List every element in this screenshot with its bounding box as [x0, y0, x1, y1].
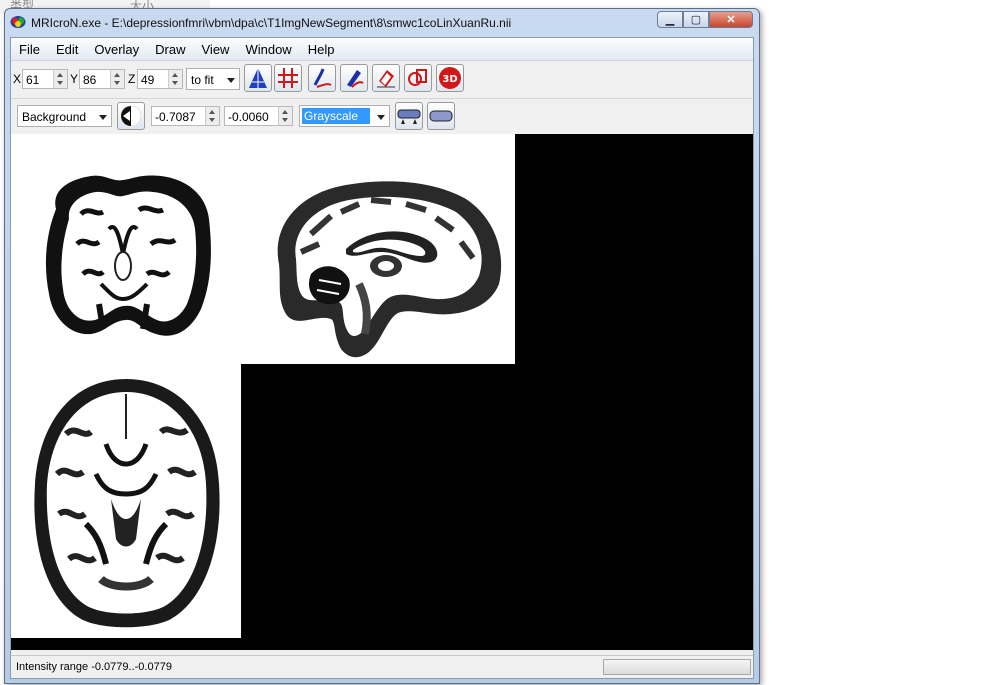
crosshair-button[interactable] [274, 64, 302, 92]
window-title: MRIcroN.exe - E:\depressionfmri\vbm\dpa\… [31, 16, 512, 30]
coronal-slice-pane[interactable] [11, 134, 241, 364]
max-intensity-spinner-arrows[interactable] [278, 107, 292, 125]
menu-view[interactable]: View [194, 38, 238, 60]
x-value: 61 [26, 73, 40, 87]
colorbar-icon [397, 109, 421, 124]
maximize-button[interactable]: ▢ [683, 11, 709, 28]
shape-icon [408, 69, 427, 86]
xyz-view-button[interactable] [244, 64, 272, 92]
sagittal-brain-image [277, 181, 502, 358]
eraser-button[interactable] [372, 64, 400, 92]
chevron-down-icon [377, 115, 385, 120]
y-label: Y [70, 72, 79, 86]
zoom-value: to fit [191, 73, 214, 87]
y-value: 86 [83, 73, 97, 87]
max-intensity-input[interactable]: -0.0060 [224, 106, 293, 126]
pen-fill-icon [347, 70, 364, 88]
min-intensity-spinner-arrows[interactable] [205, 107, 219, 125]
pen-fill-button[interactable] [340, 64, 368, 92]
app-logo-icon [10, 16, 26, 28]
shape-button[interactable] [404, 64, 432, 92]
half-circle-arrow-icon [121, 106, 141, 126]
eraser-icon [377, 70, 395, 88]
min-intensity-input[interactable]: -0.7087 [151, 106, 220, 126]
colormap-value: Grayscale [304, 109, 359, 123]
x-coordinate-input[interactable]: 61 [22, 69, 68, 89]
axial-slice-pane[interactable] [11, 364, 241, 638]
axial-brain-image [34, 379, 220, 628]
status-progress-bar [603, 659, 751, 675]
sagittal-slice-pane[interactable] [241, 134, 515, 364]
maximize-icon: ▢ [690, 14, 702, 26]
menu-edit[interactable]: Edit [48, 38, 86, 60]
layer-value: Background [22, 110, 87, 124]
menu-window[interactable]: Window [237, 38, 299, 60]
layer-toggle-button[interactable] [117, 102, 145, 130]
status-bar: Intensity range -0.0779..-0.0779 [11, 655, 753, 678]
render-3d-label: 3D [442, 74, 457, 85]
coordinate-toolbar: X 61 Y 86 Z 49 to fit 3D [11, 61, 753, 95]
client-area: File Edit Overlay Draw View Window Help … [10, 37, 754, 679]
zoom-select[interactable]: to fit [186, 68, 240, 90]
render-3d-button[interactable]: 3D [436, 64, 464, 92]
status-text: Intensity range -0.0779..-0.0779 [16, 661, 172, 673]
image-viewer[interactable] [11, 134, 753, 650]
chevron-down-icon [227, 78, 235, 83]
layer-select[interactable]: Background [17, 105, 112, 127]
x-label: X [13, 72, 22, 86]
close-icon: ✕ [726, 14, 736, 26]
menu-overlay[interactable]: Overlay [86, 38, 147, 60]
z-spinner-arrows[interactable] [168, 70, 182, 88]
menu-file[interactable]: File [11, 38, 48, 60]
minimize-button[interactable]: ▁ [657, 11, 683, 28]
close-button[interactable]: ✕ [709, 11, 753, 28]
max-intensity-value: -0.0060 [228, 110, 269, 124]
layer-toolbar: Background -0.7087 -0.0060 Grayscale [11, 98, 753, 133]
window-controls: ▁ ▢ ✕ [657, 11, 753, 28]
colormap-selection-highlight: Grayscale [302, 108, 370, 124]
z-value: 49 [141, 73, 155, 87]
render-3d-icon: 3D [439, 67, 461, 89]
colorbar-bar-icon [429, 110, 453, 122]
y-spinner-arrows[interactable] [110, 70, 124, 88]
colorbar-toggle-button[interactable] [427, 102, 455, 130]
x-spinner-arrows[interactable] [53, 70, 67, 88]
coronal-brain-image [45, 175, 211, 336]
menu-draw[interactable]: Draw [147, 38, 193, 60]
min-intensity-value: -0.7087 [155, 110, 196, 124]
pen-draw-icon [313, 68, 332, 88]
mricron-window: MRIcroN.exe - E:\depressionfmri\vbm\dpa\… [4, 8, 760, 684]
z-coordinate-input[interactable]: 49 [137, 69, 183, 89]
menu-bar: File Edit Overlay Draw View Window Help [11, 38, 753, 61]
minimize-icon: ▁ [665, 14, 675, 26]
z-label: Z [128, 72, 136, 86]
crosshair-icon [278, 68, 298, 88]
pen-draw-button[interactable] [308, 64, 336, 92]
colormap-select[interactable]: Grayscale [299, 105, 390, 127]
y-coordinate-input[interactable]: 86 [79, 69, 125, 89]
menu-help[interactable]: Help [300, 38, 343, 60]
colorbar-button[interactable] [395, 102, 423, 130]
title-bar[interactable]: MRIcroN.exe - E:\depressionfmri\vbm\dpa\… [5, 9, 759, 35]
triangle-xyz-icon [249, 68, 267, 88]
chevron-down-icon [99, 115, 107, 120]
